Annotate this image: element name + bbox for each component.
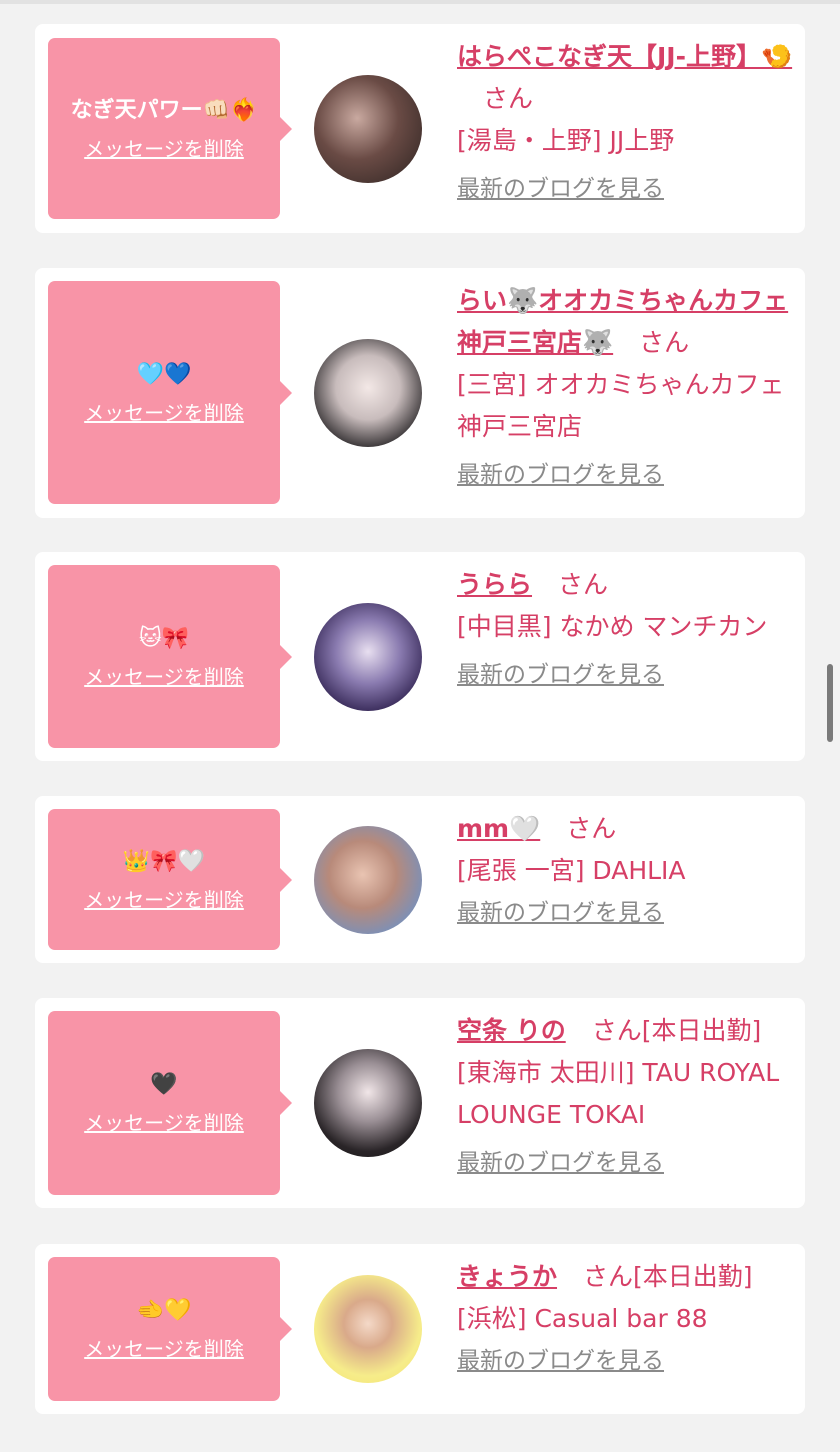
delete-message-link[interactable]: メッセージを削除 (84, 1108, 244, 1138)
latest-blog-link[interactable]: 最新のブログを見る (457, 458, 664, 492)
latest-blog-link[interactable]: 最新のブログを見る (457, 896, 664, 930)
name-line: うらら さん (457, 564, 795, 606)
shop-label: [三宮] オオカミちゃんカフェ神戸三宮店 (457, 370, 785, 441)
profile-info: mm🤍 さん [尾張 一宮] DAHLIA 最新のブログを見る (457, 808, 795, 930)
profile-info: 空条 りの さん[本日出勤] [東海市 太田川] TAU ROYAL LOUNGE… (457, 1010, 795, 1180)
cast-name-link[interactable]: らい🐺オオカミちゃんカフェ神戸三宮店🐺 (457, 286, 788, 357)
name-line: はらぺこなぎ天【JJ-上野】🍤 さん (457, 36, 795, 120)
message-text: 🐱🎀 (138, 625, 190, 651)
latest-blog-link[interactable]: 最新のブログを見る (457, 1146, 664, 1180)
honorific: さん (558, 570, 609, 599)
message-text: 🩵💙 (136, 361, 192, 387)
honorific: さん (566, 814, 617, 843)
honorific: さん (483, 84, 534, 113)
honorific: さん (639, 328, 690, 357)
message-bubble: 🩵💙 メッセージを削除 (48, 281, 292, 504)
message-bubble: 🖤 メッセージを削除 (48, 1011, 292, 1195)
profile-info: はらぺこなぎ天【JJ-上野】🍤 さん [湯島・上野] JJ上野 最新のブログを見る (457, 36, 795, 206)
favorite-card: 🫲💛 メッセージを削除 きょうか さん[本日出勤] [浜松] Casual bar… (35, 1244, 805, 1414)
avatar[interactable] (314, 1049, 422, 1157)
honorific: さん (591, 1016, 642, 1045)
name-line: 空条 りの さん[本日出勤] (457, 1010, 795, 1052)
status-badge: [本日出勤] (641, 1016, 762, 1045)
shop-label: [東海市 太田川] TAU ROYAL LOUNGE TOKAI (457, 1058, 780, 1129)
shop-label: [尾張 一宮] DAHLIA (457, 856, 686, 885)
message-bubble: 🐱🎀 メッセージを削除 (48, 565, 292, 748)
cast-name-link[interactable]: きょうか (457, 1262, 557, 1291)
avatar[interactable] (314, 339, 422, 447)
honorific: さん (583, 1262, 634, 1291)
delete-message-link[interactable]: メッセージを削除 (84, 1334, 244, 1364)
shop-label: [湯島・上野] JJ上野 (457, 126, 675, 155)
favorite-card: なぎ天パワー👊🏻❤️‍🔥 メッセージを削除 はらぺこなぎ天【JJ-上野】🍤 さん … (35, 24, 805, 233)
latest-blog-link[interactable]: 最新のブログを見る (457, 658, 664, 692)
avatar[interactable] (314, 1275, 422, 1383)
delete-message-link[interactable]: メッセージを削除 (84, 134, 244, 164)
message-bubble: なぎ天パワー👊🏻❤️‍🔥 メッセージを削除 (48, 38, 292, 219)
top-divider (0, 0, 840, 4)
favorite-card: 🖤 メッセージを削除 空条 りの さん[本日出勤] [東海市 太田川] TAU R… (35, 998, 805, 1208)
profile-info: きょうか さん[本日出勤] [浜松] Casual bar 88 最新のブログを見… (457, 1256, 795, 1378)
message-text: なぎ天パワー👊🏻❤️‍🔥 (70, 97, 258, 123)
cast-name-link[interactable]: はらぺこなぎ天【JJ-上野】🍤 (457, 42, 792, 71)
favorite-card: 🩵💙 メッセージを削除 らい🐺オオカミちゃんカフェ神戸三宮店🐺 さん [三宮] オ… (35, 268, 805, 518)
delete-message-link[interactable]: メッセージを削除 (84, 662, 244, 692)
name-line: きょうか さん[本日出勤] (457, 1256, 795, 1298)
delete-message-link[interactable]: メッセージを削除 (84, 885, 244, 915)
avatar[interactable] (314, 75, 422, 183)
message-bubble: 👑🎀🤍 メッセージを削除 (48, 809, 292, 950)
latest-blog-link[interactable]: 最新のブログを見る (457, 1344, 664, 1378)
cast-name-link[interactable]: 空条 りの (457, 1016, 566, 1045)
profile-info: うらら さん [中目黒] なかめ マンチカン 最新のブログを見る (457, 564, 795, 692)
name-line: らい🐺オオカミちゃんカフェ神戸三宮店🐺 さん (457, 280, 795, 364)
cast-name-link[interactable]: mm🤍 (457, 814, 540, 843)
scrollbar-thumb[interactable] (827, 664, 833, 742)
favorite-card: 👑🎀🤍 メッセージを削除 mm🤍 さん [尾張 一宮] DAHLIA 最新のブログ… (35, 796, 805, 963)
message-text: 🫲💛 (136, 1298, 192, 1323)
delete-message-link[interactable]: メッセージを削除 (84, 398, 244, 428)
status-badge: [本日出勤] (633, 1262, 753, 1291)
name-line: mm🤍 さん (457, 808, 795, 850)
message-bubble: 🫲💛 メッセージを削除 (48, 1257, 292, 1401)
message-text: 👑🎀🤍 (122, 848, 206, 874)
avatar[interactable] (314, 826, 422, 934)
profile-info: らい🐺オオカミちゃんカフェ神戸三宮店🐺 さん [三宮] オオカミちゃんカフェ神戸三… (457, 280, 795, 492)
cast-name-link[interactable]: うらら (457, 570, 532, 599)
avatar[interactable] (314, 603, 422, 711)
shop-label: [浜松] Casual bar 88 (457, 1304, 708, 1333)
shop-label: [中目黒] なかめ マンチカン (457, 612, 768, 641)
message-text: 🖤 (150, 1072, 178, 1097)
favorite-card: 🐱🎀 メッセージを削除 うらら さん [中目黒] なかめ マンチカン 最新のブログ… (35, 552, 805, 761)
latest-blog-link[interactable]: 最新のブログを見る (457, 172, 664, 206)
